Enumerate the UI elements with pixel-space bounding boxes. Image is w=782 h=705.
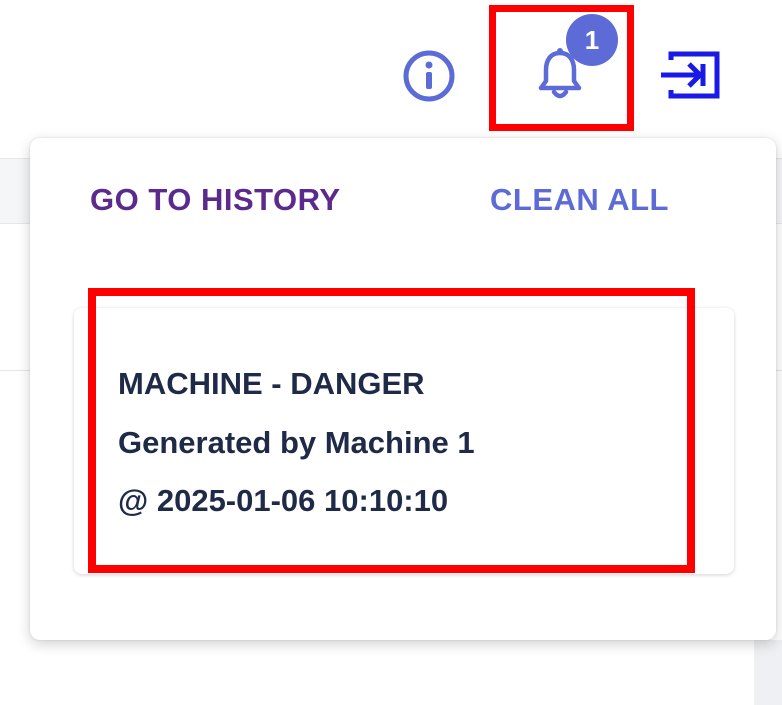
notification-source: Generated by Machine 1 [118, 425, 475, 460]
logout-arrow-icon-graphic [661, 51, 720, 99]
go-to-history-button[interactable]: GO TO HISTORY [90, 182, 341, 218]
notification-timestamp: @ 2025-01-06 10:10:10 [118, 483, 449, 518]
notifications-popover: GO TO HISTORY CLEAN ALL MACHINE - DANGER… [30, 138, 776, 640]
page: 1 GO TO HISTORY CLEAN ALL MACHINE - DANG… [0, 0, 782, 705]
notification-title: MACHINE - DANGER [118, 366, 425, 401]
clean-all-button[interactable]: CLEAN ALL [490, 182, 669, 218]
background-scroll-edge [754, 640, 782, 705]
notification-count-badge: 1 [566, 14, 618, 66]
info-icon[interactable] [400, 47, 458, 105]
notification-card[interactable]: MACHINE - DANGER Generated by Machine 1 … [74, 308, 734, 574]
logout-arrow-icon[interactable] [656, 47, 722, 103]
info-icon-graphic [403, 50, 455, 102]
